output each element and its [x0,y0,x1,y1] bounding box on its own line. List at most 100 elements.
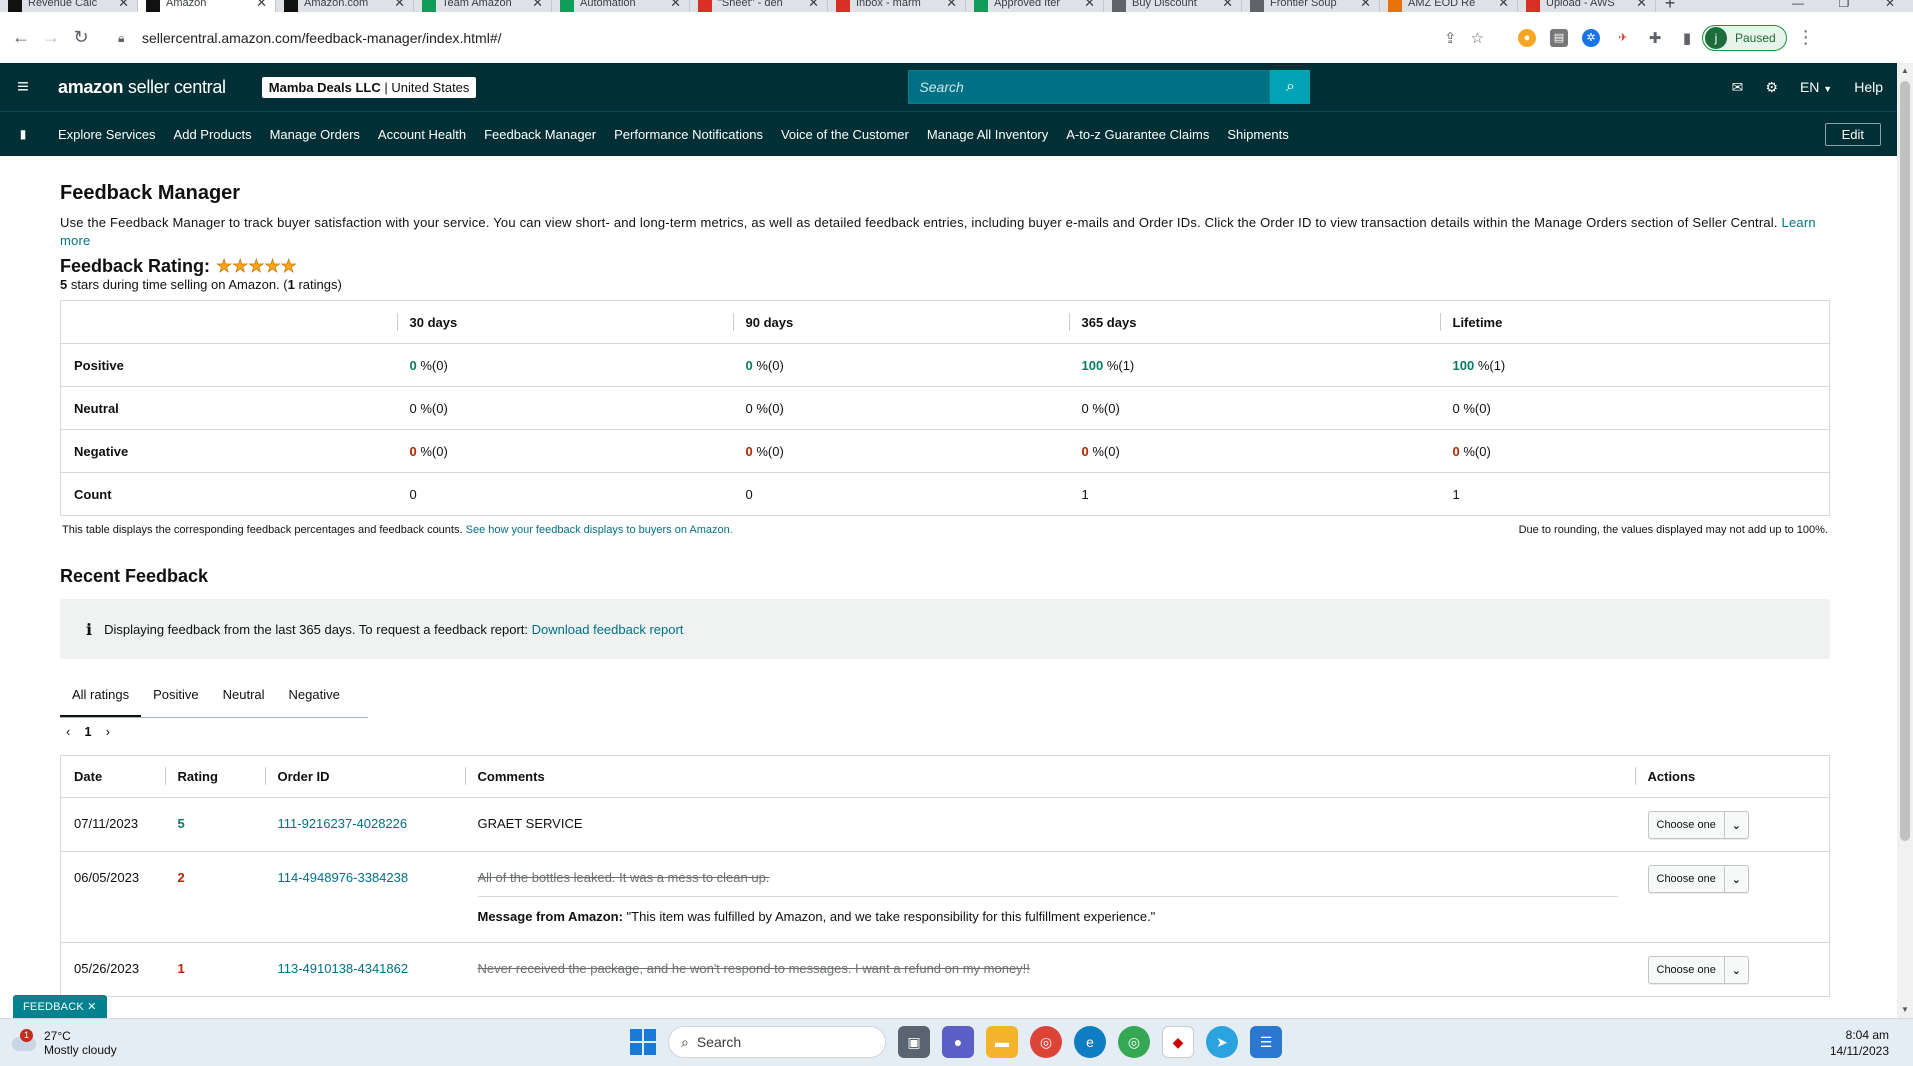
seller-central-logo[interactable]: amazon seller central [58,77,226,98]
gear-icon[interactable]: ⚙ [1765,79,1778,96]
teams-chat-icon[interactable]: ● [942,1026,974,1058]
browser-tab[interactable]: AMZ EOD Re ✕ [1380,0,1518,12]
notepad-icon[interactable]: ☰ [1250,1026,1282,1058]
back-icon[interactable]: ← [6,23,36,53]
scroll-thumb[interactable] [1900,81,1910,841]
window-close-icon[interactable]: ✕ [1867,0,1913,9]
tab-close-icon[interactable]: ✕ [394,0,405,11]
nav-item[interactable]: Performance Notifications [614,127,763,142]
tab-close-icon[interactable]: ✕ [1222,0,1233,11]
chrome-profile-icon[interactable]: ◎ [1118,1026,1150,1058]
browser-menu-icon[interactable]: ⋮ [1797,27,1815,48]
tab-close-icon[interactable]: ✕ [118,0,129,11]
order-id-link[interactable]: 113-4910138-4341862 [278,961,409,976]
nav-item[interactable]: Voice of the Customer [781,127,909,142]
scroll-up-icon[interactable]: ▲ [1897,63,1913,79]
tab-rating-filter[interactable]: Negative [277,673,352,717]
browser-tab[interactable]: Buy Discount ✕ [1104,0,1242,12]
nav-item[interactable]: A-to-z Guarantee Claims [1066,127,1209,142]
tab-rating-filter[interactable]: Positive [141,673,211,717]
nav-item[interactable]: Shipments [1227,127,1288,142]
tab-close-icon[interactable]: ✕ [256,0,267,11]
help-link[interactable]: Help [1854,79,1883,95]
order-id-link[interactable]: 111-9216237-4028226 [278,816,408,831]
browser-toolbar: ← → ↻ 🔒︎ sellercentral.amazon.com/feedba… [0,12,1913,63]
choose-action-dropdown[interactable]: Choose one ⌄ [1647,865,1749,893]
order-id-link[interactable]: 114-4948976-3384238 [278,870,409,885]
extension-red-icon[interactable]: ✈ [1614,29,1632,47]
new-tab-icon[interactable]: + [1656,0,1684,12]
tab-rating-filter[interactable]: Neutral [211,673,277,717]
system-clock[interactable]: 8:04 am 14/11/2023 [1830,1027,1889,1059]
telegram-icon[interactable]: ➤ [1206,1026,1238,1058]
choose-action-dropdown[interactable]: Choose one ⌄ [1647,811,1749,839]
browser-tab[interactable]: Amazon ✕ [138,0,276,12]
choose-action-dropdown[interactable]: Choose one ⌄ [1647,956,1749,984]
browser-tab[interactable]: "Sheet" - den ✕ [690,0,828,12]
browser-tab[interactable]: Frontier Soup ✕ [1242,0,1380,12]
feedback-widget-button[interactable]: FEEDBACK ✕ [13,995,107,1019]
browser-tab[interactable]: Team Amazon ✕ [414,0,552,12]
bookmark-star-icon[interactable]: ☆ [1471,29,1484,47]
tab-close-icon[interactable]: ✕ [946,0,957,11]
extension-folder-icon[interactable]: ▤ [1550,28,1568,47]
tab-close-icon[interactable]: ✕ [1636,0,1647,11]
windows-start-icon[interactable] [630,1029,656,1055]
browser-tab[interactable]: Inbox - marm ✕ [828,0,966,12]
forward-icon[interactable]: → [36,23,66,53]
current-page[interactable]: 1 [84,724,91,739]
hamburger-menu-icon[interactable]: ≡ [6,76,40,99]
tab-close-icon[interactable]: ✕ [532,0,543,11]
browser-tab[interactable]: Amazon.com ✕ [276,0,414,12]
next-page-icon[interactable]: › [106,724,110,739]
tab-close-icon[interactable]: ✕ [670,0,681,11]
bookmark-icon[interactable]: ▮ [6,127,40,141]
search-input[interactable]: Search [908,70,1271,104]
share-icon[interactable]: ⇪ [1444,29,1457,47]
extensions-puzzle-icon[interactable]: ✚ [1646,29,1664,47]
nav-item[interactable]: Manage Orders [270,127,360,142]
taskbar-search[interactable]: ⌕ Search [668,1026,886,1058]
tab-rating-filter[interactable]: All ratings [60,673,142,717]
scroll-down-icon[interactable]: ▼ [1897,1002,1913,1018]
tab-close-icon[interactable]: ✕ [808,0,819,11]
metrics-row: Neutral 0 %(0) 0 %(0) 0 %(0) 0 %(0) [60,386,1830,430]
nav-item[interactable]: Account Health [378,127,466,142]
language-selector[interactable]: EN ▼ [1800,79,1832,95]
account-switcher[interactable]: Mamba Deals LLC | United States [261,76,477,98]
profile-button[interactable]: j Paused [1702,24,1787,51]
metrics-filler [1763,300,1830,344]
task-view-icon[interactable]: ▣ [898,1026,930,1058]
tab-close-icon[interactable]: ✕ [1498,0,1509,11]
weather-widget[interactable]: 1 27°C Mostly cloudy [10,1028,117,1057]
browser-tab[interactable]: Upload - AWS ✕ [1518,0,1656,12]
maximize-icon[interactable]: ❐ [1821,0,1867,9]
edge-icon[interactable]: e [1074,1026,1106,1058]
search-icon[interactable]: ⌕ [1270,70,1311,104]
download-feedback-report-link[interactable]: Download feedback report [532,622,684,637]
browser-tab[interactable]: Revenue Calc ✕ [0,0,138,12]
prev-page-icon[interactable]: ‹ [66,724,70,739]
nav-item[interactable]: Add Products [174,127,252,142]
extension-orange-icon[interactable]: ● [1518,28,1536,47]
file-explorer-icon[interactable]: ▬ [986,1026,1018,1058]
side-panel-icon[interactable]: ▮ [1678,29,1696,47]
chrome-icon[interactable]: ◎ [1030,1026,1062,1058]
address-bar[interactable]: 🔒︎ sellercentral.amazon.com/feedback-man… [106,22,1496,54]
browser-tab[interactable]: Approved Iter ✕ [966,0,1104,12]
minimize-icon[interactable]: — [1775,0,1821,9]
tab-close-icon[interactable]: ✕ [1084,0,1095,11]
reload-icon[interactable]: ↻ [66,23,96,53]
browser-tab[interactable]: Automation ✕ [552,0,690,12]
page-scrollbar[interactable]: ▲ ▼ [1897,63,1913,1018]
edit-nav-button[interactable]: Edit [1824,122,1881,146]
close-icon[interactable]: ✕ [87,1001,96,1013]
see-feedback-display-link[interactable]: See how your feedback displays to buyers… [466,524,733,536]
nav-item[interactable]: Explore Services [58,127,156,142]
extension-blue-icon[interactable]: ✲ [1582,28,1600,47]
mail-icon[interactable]: ✉ [1732,79,1744,96]
nav-item[interactable]: Manage All Inventory [927,127,1048,142]
tab-close-icon[interactable]: ✕ [1360,0,1371,11]
app-icon[interactable]: ◆ [1162,1026,1194,1058]
nav-item[interactable]: Feedback Manager [484,127,596,142]
